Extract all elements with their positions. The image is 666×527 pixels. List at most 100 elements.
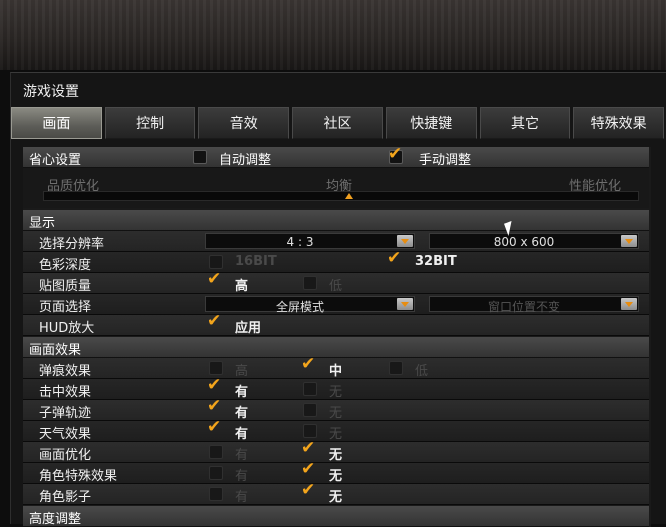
settings-window: 游戏设置 画面 控制 音效 社区 快捷键 其它 特殊效果 省心设置 自动调整 ✔…	[10, 72, 666, 527]
shadow-yes-checkbox[interactable]	[209, 487, 223, 501]
window-position-value: 窗口位置不变	[487, 300, 560, 314]
checkmark-icon: ✔	[301, 459, 316, 479]
bullet-marks-label: 弹痕效果	[39, 364, 92, 379]
character-effect-label: 角色特殊效果	[39, 469, 118, 484]
tab-bar: 画面 控制 音效 社区 快捷键 其它 特殊效果	[11, 107, 666, 141]
checkmark-icon: ✔	[207, 396, 222, 416]
height-adjust-section-title: 高度调整	[29, 512, 82, 527]
window-position-select[interactable]: 窗口位置不变	[429, 296, 639, 314]
texture-high-checkbox[interactable]: ✔	[207, 271, 223, 290]
tab-other[interactable]: 其它	[479, 107, 571, 139]
effects-section-header: 画面效果	[23, 337, 649, 358]
hit-yes-label: 有	[235, 385, 249, 400]
checkmark-icon: ✔	[301, 354, 316, 374]
resolution-value: 800 x 600	[493, 235, 555, 249]
bullet-marks-row: 弹痕效果 高 ✔ 中 低	[23, 356, 649, 379]
color-depth-32-checkbox[interactable]: ✔	[387, 250, 403, 269]
resolution-label: 选择分辨率	[39, 237, 105, 252]
hit-yes-checkbox[interactable]: ✔	[207, 377, 223, 396]
display-section-header: 显示	[23, 210, 649, 231]
hit-effect-label: 击中效果	[39, 385, 92, 400]
hit-no-label: 无	[329, 385, 343, 400]
weather-no-label: 无	[329, 427, 343, 442]
char-fx-no-label: 无	[329, 469, 343, 484]
auto-adjust-label: 自动调整	[219, 153, 272, 168]
screen-mode-select[interactable]: 全屏模式	[205, 296, 415, 314]
character-shadow-row: 角色影子 有 ✔ 无	[23, 482, 649, 505]
shadow-no-label: 无	[329, 490, 343, 505]
screen-mode-value: 全屏模式	[275, 300, 324, 314]
hit-effect-row: 击中效果 ✔ 有 无	[23, 377, 649, 400]
resolution-select[interactable]: 800 x 600	[429, 233, 639, 249]
screen-optimize-label: 画面优化	[39, 448, 92, 463]
shadow-no-checkbox[interactable]: ✔	[301, 482, 317, 501]
bullet-marks-mid-checkbox[interactable]: ✔	[301, 356, 317, 375]
auto-adjust-checkbox[interactable]	[193, 150, 207, 164]
dropdown-arrow-icon[interactable]	[621, 235, 637, 247]
bullet-marks-low-checkbox[interactable]	[389, 361, 403, 375]
hud-apply-checkbox[interactable]: ✔	[207, 313, 223, 332]
bullet-marks-high-checkbox[interactable]	[209, 361, 223, 375]
dropdown-arrow-icon[interactable]	[621, 298, 637, 310]
aspect-ratio-select[interactable]: 4 : 3	[205, 233, 415, 249]
hud-scale-label: HUD放大	[39, 321, 95, 336]
trail-no-checkbox[interactable]	[303, 403, 317, 417]
optimize-no-label: 无	[329, 448, 343, 463]
quality-slider-thumb[interactable]	[345, 193, 353, 199]
checkmark-icon: ✔	[301, 480, 316, 500]
color-depth-16-checkbox[interactable]	[209, 255, 223, 269]
tab-hotkeys[interactable]: 快捷键	[385, 107, 477, 139]
char-fx-yes-checkbox[interactable]	[209, 466, 223, 480]
trail-yes-label: 有	[235, 406, 249, 421]
character-effect-row: 角色特殊效果 有 ✔ 无	[23, 461, 649, 484]
bullet-marks-high-label: 高	[235, 364, 249, 379]
tab-display[interactable]: 画面	[11, 107, 102, 139]
texture-low-label: 低	[329, 279, 343, 294]
weather-yes-checkbox[interactable]: ✔	[207, 419, 223, 438]
manual-adjust-label: 手动调整	[419, 153, 472, 168]
hud-apply-label: 应用	[235, 321, 262, 336]
bullet-marks-mid-label: 中	[329, 364, 343, 379]
color-depth-label: 色彩深度	[39, 258, 92, 273]
effects-section-title: 画面效果	[29, 343, 82, 358]
optimize-yes-checkbox[interactable]	[209, 445, 223, 459]
checkmark-icon: ✔	[207, 375, 222, 395]
char-fx-no-checkbox[interactable]: ✔	[301, 461, 317, 480]
tab-community[interactable]: 社区	[292, 107, 383, 139]
quality-slider-track[interactable]	[43, 191, 639, 201]
height-adjust-section-header: 高度调整	[23, 506, 649, 527]
tab-controls[interactable]: 控制	[104, 107, 196, 139]
resolution-row: 选择分辨率 4 : 3 800 x 600	[23, 231, 649, 252]
tab-special-effects[interactable]: 特殊效果	[573, 107, 665, 139]
dropdown-arrow-icon[interactable]	[397, 298, 413, 310]
texture-quality-label: 贴图质量	[39, 279, 92, 294]
aspect-ratio-value: 4 : 3	[286, 235, 314, 249]
checkmark-icon: ✔	[207, 269, 222, 289]
checkmark-icon: ✔	[388, 144, 403, 164]
settings-panel: 省心设置 自动调整 ✔ 手动调整 品质优化 均衡 性能优化 显示 选择分辨率 4…	[23, 146, 651, 527]
color-depth-32-label: 32BIT	[415, 254, 457, 269]
weather-yes-label: 有	[235, 427, 249, 442]
checkmark-icon: ✔	[301, 438, 316, 458]
window-title: 游戏设置	[23, 84, 79, 100]
dropdown-arrow-icon[interactable]	[397, 235, 413, 247]
weather-effect-row: 天气效果 ✔ 有 无	[23, 419, 649, 442]
checkmark-icon: ✔	[207, 311, 222, 331]
bullet-marks-low-label: 低	[415, 364, 429, 379]
texture-quality-row: 贴图质量 ✔ 高 低	[23, 271, 649, 294]
color-depth-16-label: 16BIT	[235, 254, 277, 269]
optimize-no-checkbox[interactable]: ✔	[301, 440, 317, 459]
manual-adjust-checkbox[interactable]: ✔	[388, 146, 403, 164]
screen-optimize-row: 画面优化 有 ✔ 无	[23, 440, 649, 463]
background-banner	[0, 0, 666, 70]
weather-no-checkbox[interactable]	[303, 424, 317, 438]
character-shadow-label: 角色影子	[39, 490, 92, 505]
tab-sound[interactable]: 音效	[198, 107, 290, 139]
shadow-yes-label: 有	[235, 490, 249, 505]
trail-yes-checkbox[interactable]: ✔	[207, 398, 223, 417]
texture-low-checkbox[interactable]	[303, 276, 317, 290]
checkmark-icon: ✔	[387, 248, 402, 268]
hit-no-checkbox[interactable]	[303, 382, 317, 396]
hud-scale-row: HUD放大 ✔ 应用	[23, 313, 649, 336]
page-mode-row: 页面选择 全屏模式 窗口位置不变	[23, 294, 649, 315]
